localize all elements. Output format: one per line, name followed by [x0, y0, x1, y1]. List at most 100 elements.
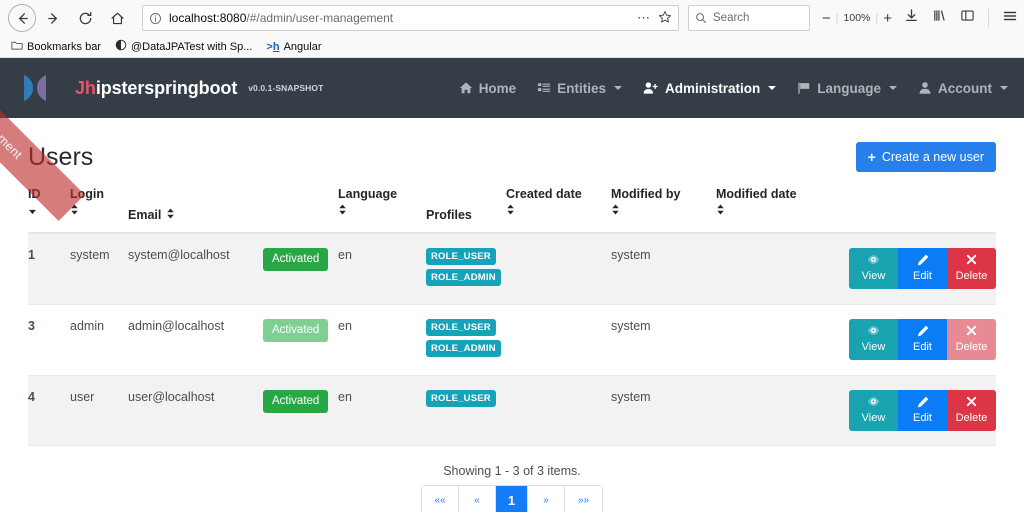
edit-button[interactable]: Edit — [898, 319, 947, 360]
eye-icon — [849, 325, 898, 339]
col-header-created-date[interactable]: Created date — [506, 187, 611, 234]
page-header: Users + Create a new user — [28, 118, 996, 174]
nav-item-entities[interactable]: Entities — [537, 81, 622, 96]
zoom-level[interactable]: 100% — [844, 12, 871, 24]
delete-button[interactable]: Delete — [947, 248, 996, 289]
zoom-in-button[interactable]: + — [883, 11, 892, 26]
url-text[interactable]: localhost:8080/#/admin/user-management — [169, 11, 632, 25]
downloads-icon[interactable] — [904, 8, 919, 28]
home-icon — [459, 81, 473, 95]
menu-icon[interactable] — [1002, 8, 1018, 29]
back-button[interactable] — [8, 4, 36, 32]
sidebar-icon[interactable] — [960, 8, 975, 28]
edit-button[interactable]: Edit — [898, 248, 947, 289]
col-header-label: ID — [28, 187, 41, 201]
sort-icon — [166, 208, 175, 222]
create-new-user-button[interactable]: + Create a new user — [855, 142, 996, 172]
navbar-menu: Home Entities Administration Language Ac… — [459, 81, 1008, 96]
sort-icon — [716, 204, 836, 218]
nav-item-home[interactable]: Home — [459, 81, 516, 96]
col-header-label: Created date — [506, 187, 582, 201]
url-path: /#/admin/user-management — [246, 11, 394, 25]
cell-modified-date — [716, 304, 836, 376]
view-button[interactable]: View — [849, 390, 898, 431]
toolbar-divider — [988, 9, 989, 27]
brand-version: v0.0.1-SNAPSHOT — [248, 83, 324, 93]
prev-page[interactable]: « — [459, 486, 496, 512]
cell-actions: View Edit Delete — [836, 375, 996, 446]
row-action-group: View Edit Delete — [836, 319, 996, 360]
application-viewport: Development Jhipsterspringboot v0.0.1-SN… — [0, 58, 1024, 512]
jhipster-logo-icon — [20, 71, 66, 105]
col-header-label: Modified by — [611, 187, 681, 201]
row-action-group: View Edit Delete — [836, 390, 996, 431]
delete-label: Delete — [955, 270, 988, 282]
moon-icon — [115, 39, 127, 54]
cell-language: en — [338, 304, 426, 376]
role-badge: ROLE_USER — [426, 390, 496, 407]
sort-icon — [611, 204, 716, 218]
ellipsis-icon[interactable]: ⋯ — [632, 10, 656, 26]
browser-search-box[interactable]: Search — [688, 5, 810, 31]
col-header-modified-date[interactable]: Modified date — [716, 187, 836, 234]
cell-actions: View Edit Delete — [836, 304, 996, 376]
bookmark-item-datajpatest[interactable]: @DataJPATest with Sp... — [108, 39, 259, 54]
col-header-modified-by[interactable]: Modified by — [611, 187, 716, 234]
status-badge[interactable]: Activated — [263, 319, 329, 342]
cell-email: user@localhost — [128, 375, 263, 446]
view-label: View — [861, 341, 886, 353]
table-header-row: ID Login Email Language Profiles Created… — [28, 187, 996, 234]
zoom-out-button[interactable]: − — [822, 11, 831, 26]
chevron-down-icon — [889, 86, 897, 90]
next-page[interactable]: » — [528, 486, 565, 512]
status-badge[interactable]: Activated — [263, 390, 329, 413]
bookmark-item-bookmarks-bar[interactable]: Bookmarks bar — [4, 40, 108, 54]
address-bar[interactable]: localhost:8080/#/admin/user-management ⋯ — [142, 5, 679, 31]
star-icon[interactable] — [656, 10, 672, 27]
home-button[interactable] — [102, 4, 132, 32]
page-content: Users + Create a new user ID Login Email… — [0, 118, 1024, 512]
view-label: View — [861, 412, 886, 424]
nav-item-label: Account — [938, 80, 992, 96]
edit-button[interactable]: Edit — [898, 390, 947, 431]
angular-icon: >h — [266, 40, 280, 53]
view-button[interactable]: View — [849, 319, 898, 360]
first-page[interactable]: «« — [422, 486, 459, 512]
col-header-language[interactable]: Language — [338, 187, 426, 234]
nav-item-administration[interactable]: Administration — [643, 81, 777, 96]
reload-button[interactable] — [70, 4, 100, 32]
role-badge: ROLE_USER — [426, 248, 496, 265]
nav-item-language[interactable]: Language — [797, 81, 897, 96]
view-button[interactable]: View — [849, 248, 898, 289]
zoom-divider-left: | — [835, 12, 839, 24]
nav-item-label: Language — [817, 80, 881, 96]
forward-button[interactable] — [38, 4, 68, 32]
pagination: «« «1»»» — [421, 485, 603, 512]
page-info-icon[interactable] — [149, 12, 162, 25]
list-icon — [537, 81, 551, 95]
cell-actions: View Edit Delete — [836, 233, 996, 305]
cell-modified-by: system — [611, 304, 716, 376]
eye-icon — [849, 254, 898, 268]
users-table-body: 1 system system@localhost Activated en ROLE_U… — [28, 233, 996, 446]
col-header-login[interactable]: Login — [70, 187, 128, 234]
last-page[interactable]: »» — [565, 486, 602, 512]
role-badge: ROLE_ADMIN — [426, 340, 501, 357]
cell-modified-by: system — [611, 233, 716, 305]
pencil-icon — [898, 396, 947, 410]
navigation-buttons — [6, 4, 132, 32]
toolbar-icon-group — [904, 8, 1018, 29]
cell-id: 3 — [28, 304, 70, 376]
nav-item-account[interactable]: Account — [918, 81, 1008, 96]
nav-item-label: Entities — [557, 80, 606, 96]
status-badge[interactable]: Activated — [263, 248, 329, 271]
page-1[interactable]: 1 — [496, 486, 528, 512]
zoom-controls: − | 100% | + — [822, 11, 892, 26]
bookmark-item-angular[interactable]: >h Angular — [259, 41, 328, 53]
delete-label: Delete — [955, 341, 988, 353]
delete-button[interactable]: Delete — [947, 390, 996, 431]
brand-link[interactable]: Jhipsterspringboot v0.0.1-SNAPSHOT — [20, 71, 323, 105]
col-header-email[interactable]: Email — [128, 187, 263, 234]
col-header-id[interactable]: ID — [28, 187, 70, 234]
library-icon[interactable] — [932, 8, 947, 28]
